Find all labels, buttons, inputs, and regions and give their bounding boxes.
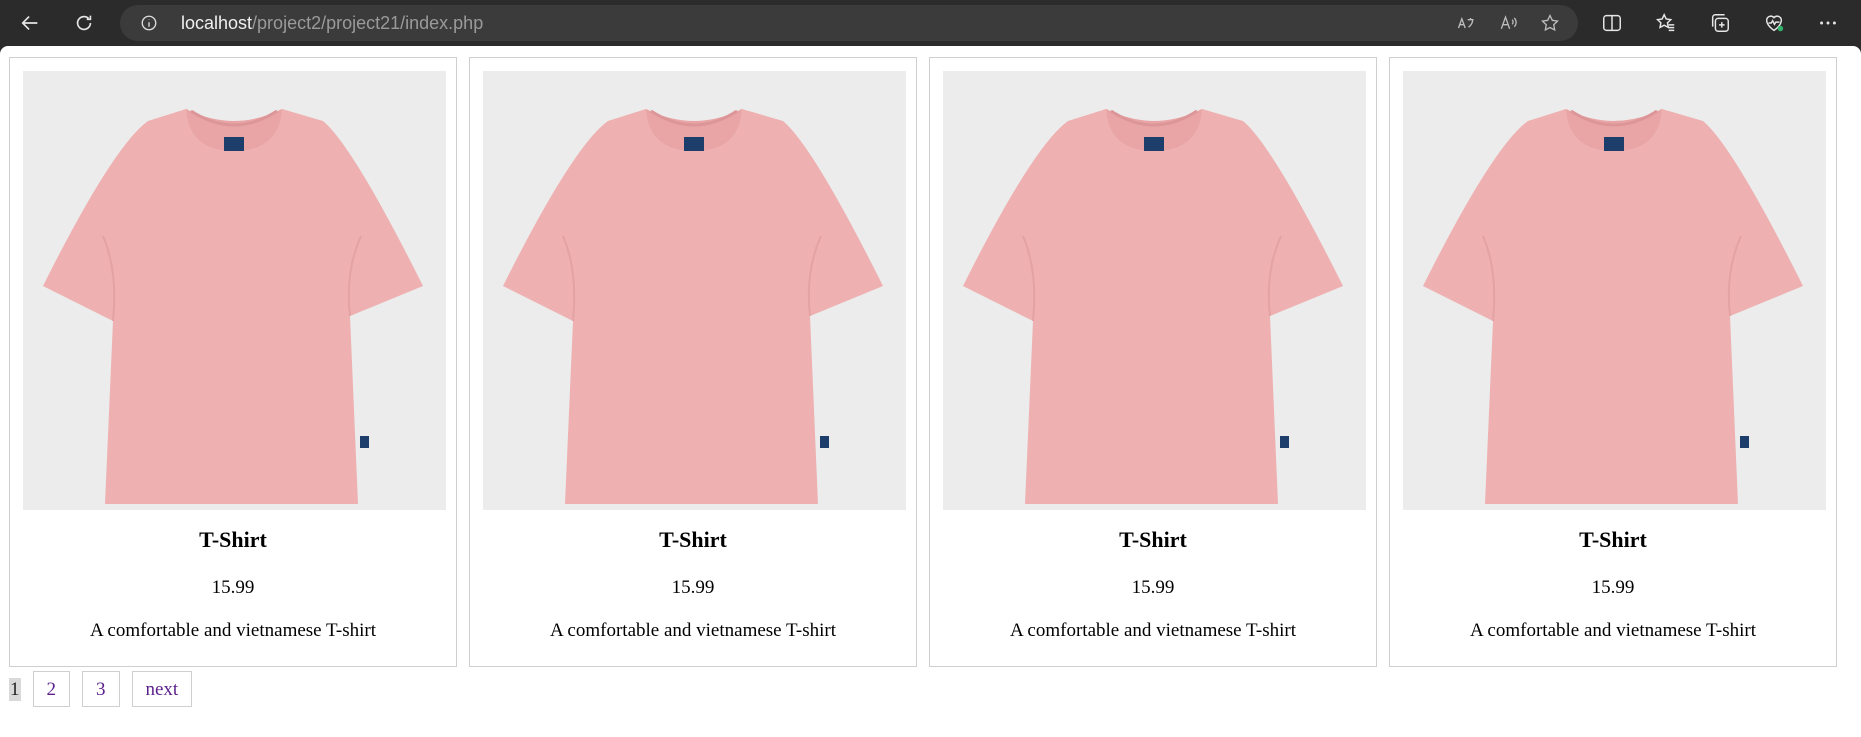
address-bar-icons (1450, 7, 1566, 39)
site-info-icon[interactable] (140, 14, 158, 32)
page-viewport: T-Shirt 15.99 A comfortable and vietname… (0, 46, 1861, 737)
product-price: 15.99 (671, 577, 715, 598)
translate-icon[interactable] (1450, 7, 1482, 39)
product-card: T-Shirt 15.99 A comfortable and vietname… (1389, 57, 1837, 667)
url-host: localhost (181, 13, 253, 33)
current-page: 1 (9, 677, 21, 701)
url-path: /project2/project21/index.php (252, 13, 484, 33)
back-icon[interactable] (10, 3, 50, 43)
more-menu-icon[interactable] (1808, 3, 1848, 43)
page-link-2[interactable]: 2 (32, 671, 70, 707)
product-description: A comfortable and vietnamese T-shirt (1010, 620, 1296, 641)
product-name: T-Shirt (1119, 527, 1187, 552)
product-price: 15.99 (1591, 577, 1635, 598)
page-link-3[interactable]: 3 (82, 671, 120, 707)
split-screen-icon[interactable] (1592, 3, 1632, 43)
pagination: 1 2 3 next (9, 671, 193, 707)
refresh-icon[interactable] (64, 3, 104, 43)
product-name: T-Shirt (199, 527, 267, 552)
next-page-link[interactable]: next (131, 671, 193, 707)
product-price: 15.99 (211, 577, 255, 598)
product-image (943, 71, 1366, 510)
toolbar-right (1592, 3, 1848, 43)
product-description: A comfortable and vietnamese T-shirt (90, 620, 376, 641)
product-description: A comfortable and vietnamese T-shirt (550, 620, 836, 641)
tshirt-image-icon (1423, 109, 1803, 504)
nav-buttons (10, 3, 104, 43)
tshirt-image-icon (43, 109, 423, 504)
browser-toolbar: localhost/project2/project21/index.php (0, 0, 1861, 46)
health-heart-icon[interactable] (1754, 3, 1794, 43)
product-name: T-Shirt (1579, 527, 1647, 552)
product-image (1403, 71, 1826, 510)
product-price: 15.99 (1131, 577, 1175, 598)
address-bar[interactable]: localhost/project2/project21/index.php (120, 5, 1578, 41)
tshirt-image-icon (503, 109, 883, 504)
product-name: T-Shirt (659, 527, 727, 552)
product-description: A comfortable and vietnamese T-shirt (1470, 620, 1756, 641)
favorites-icon[interactable] (1646, 3, 1686, 43)
favorite-star-icon[interactable] (1534, 7, 1566, 39)
product-card: T-Shirt 15.99 A comfortable and vietname… (469, 57, 917, 667)
product-card: T-Shirt 15.99 A comfortable and vietname… (929, 57, 1377, 667)
product-card: T-Shirt 15.99 A comfortable and vietname… (9, 57, 457, 667)
product-grid: T-Shirt 15.99 A comfortable and vietname… (9, 57, 1837, 667)
tshirt-image-icon (963, 109, 1343, 504)
product-image (23, 71, 446, 510)
read-aloud-icon[interactable] (1492, 7, 1524, 39)
collections-icon[interactable] (1700, 3, 1740, 43)
product-image (483, 71, 906, 510)
url-text[interactable]: localhost/project2/project21/index.php (181, 13, 483, 34)
